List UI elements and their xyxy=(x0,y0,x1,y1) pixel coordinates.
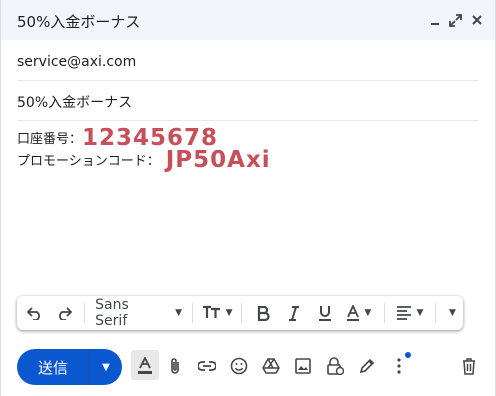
account-number-line: 口座番号：12345678 xyxy=(17,126,479,150)
emoji-icon[interactable] xyxy=(228,355,250,377)
to-value: service@axi.com xyxy=(17,54,137,70)
compose-header: 50%入金ボーナス xyxy=(1,0,495,40)
italic-icon xyxy=(288,305,299,321)
send-button[interactable]: 送信 xyxy=(17,357,89,378)
toolbar-divider xyxy=(383,303,385,323)
promo-code-value: JP50Axi xyxy=(165,147,271,173)
signature-pen-icon[interactable] xyxy=(356,355,378,377)
font-select-value: Sans Serif xyxy=(95,297,129,329)
notification-dot xyxy=(405,352,411,358)
photo-icon[interactable] xyxy=(292,355,314,377)
bold-button[interactable] xyxy=(248,296,279,330)
undo-icon[interactable] xyxy=(21,296,50,330)
text-color-button[interactable]: ▼ xyxy=(340,296,378,330)
font-select[interactable]: Sans Serif ▼ xyxy=(91,296,186,330)
toolbar-divider xyxy=(435,303,436,323)
confidential-lock-icon[interactable] xyxy=(324,355,346,377)
align-button[interactable]: ▼ xyxy=(391,296,429,330)
chevron-down-icon: ▼ xyxy=(175,308,183,318)
underline-button[interactable] xyxy=(309,296,340,330)
align-left-icon xyxy=(397,306,412,320)
subject-value: 50%入金ボーナス xyxy=(17,95,133,111)
subject-field[interactable]: 50%入金ボーナス xyxy=(17,82,479,121)
expand-icon[interactable] xyxy=(449,12,462,28)
compose-window: 50%入金ボーナス service@axi.com 50%入金ボーナス 口座番号… xyxy=(0,0,496,396)
text-color-icon xyxy=(347,305,360,321)
italic-button[interactable] xyxy=(279,296,310,330)
underline-icon xyxy=(318,306,331,321)
text-size-icon xyxy=(202,304,222,322)
more-formatting-button[interactable]: ▼ xyxy=(442,296,463,330)
link-icon[interactable] xyxy=(196,355,218,377)
chevron-down-icon: ▼ xyxy=(364,308,372,318)
close-icon[interactable] xyxy=(470,12,483,28)
toolbar-divider xyxy=(241,303,243,323)
bold-icon xyxy=(257,305,270,321)
promo-code-label: プロモーションコード： xyxy=(17,154,160,169)
promo-code-line: プロモーションコード： JP50Axi xyxy=(17,147,479,173)
send-button-group: 送信 ▼ xyxy=(17,349,122,385)
toolbar-divider xyxy=(84,303,86,323)
more-options-icon[interactable] xyxy=(388,355,410,377)
discard-trash-icon[interactable] xyxy=(458,355,480,377)
drive-icon[interactable] xyxy=(260,355,282,377)
to-field[interactable]: service@axi.com xyxy=(17,44,479,81)
account-number-label: 口座番号： xyxy=(17,132,83,147)
formatting-toolbar: Sans Serif ▼ ▼ ▼ ▼ ▼ xyxy=(17,296,463,330)
bottom-bar: 送信 ▼ xyxy=(1,346,495,386)
attach-icon[interactable] xyxy=(164,355,186,377)
formatting-toggle-icon[interactable] xyxy=(134,355,156,377)
redo-icon[interactable] xyxy=(50,296,79,330)
toolbar-divider xyxy=(192,303,194,323)
minimize-icon[interactable] xyxy=(428,12,441,28)
text-size-button[interactable]: ▼ xyxy=(199,296,235,330)
compose-title: 50%入金ボーナス xyxy=(17,13,141,31)
chevron-down-icon: ▼ xyxy=(449,308,456,318)
send-options-chevron-icon[interactable]: ▼ xyxy=(90,362,122,373)
chevron-down-icon: ▼ xyxy=(416,308,424,318)
message-body[interactable]: 口座番号：12345678 プロモーションコード： JP50Axi xyxy=(17,126,479,173)
chevron-down-icon: ▼ xyxy=(225,308,233,318)
